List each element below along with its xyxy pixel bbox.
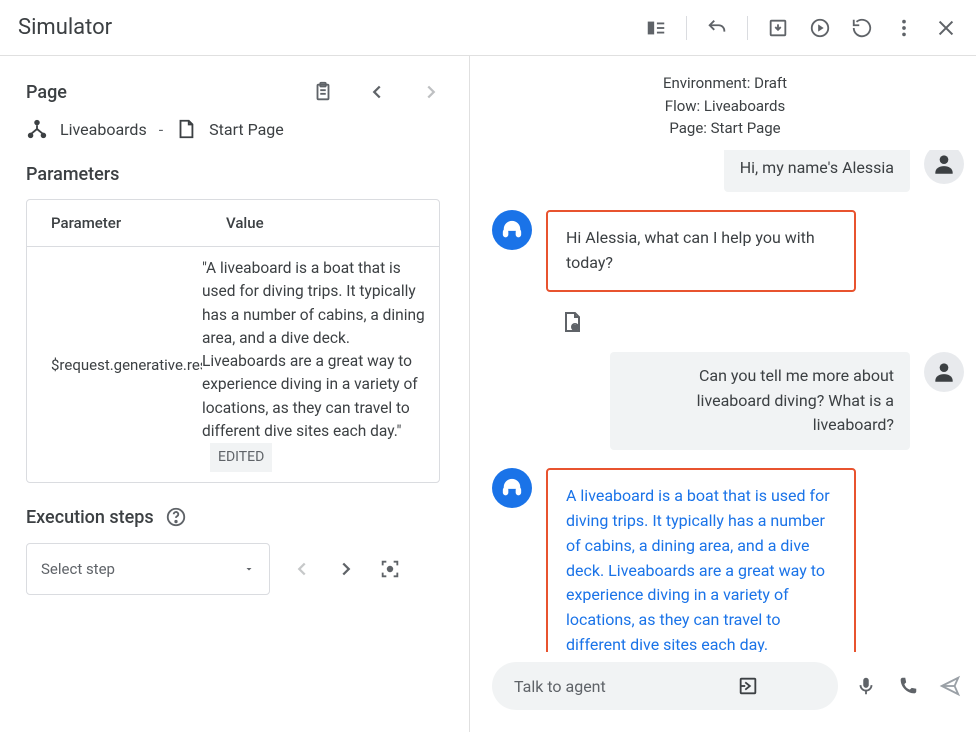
submit-inline-icon[interactable] bbox=[670, 674, 826, 698]
page-icon bbox=[175, 118, 197, 140]
agent-avatar-icon bbox=[492, 210, 532, 250]
play-icon[interactable] bbox=[808, 16, 832, 40]
user-message: Can you tell me more about liveaboard di… bbox=[610, 352, 910, 450]
select-placeholder: Select step bbox=[41, 560, 115, 578]
agent-avatar-icon bbox=[492, 468, 532, 508]
reset-icon[interactable] bbox=[850, 16, 874, 40]
parameters-label: Parameters bbox=[26, 164, 443, 185]
header-toolbar bbox=[644, 16, 958, 40]
user-message-row: Hi, my name's Alessia bbox=[492, 150, 964, 193]
chat-panel: Environment: Draft Flow: Liveaboards Pag… bbox=[470, 56, 976, 732]
edited-badge: EDITED bbox=[210, 443, 272, 472]
table-row[interactable]: $request.generative.res "A liveaboard is… bbox=[27, 247, 439, 482]
breadcrumb: Liveaboards - Start Page bbox=[26, 118, 443, 140]
page-section-label: Page bbox=[26, 82, 67, 103]
send-icon[interactable] bbox=[938, 674, 962, 698]
parameter-value: "A liveaboard is a boat that is used for… bbox=[202, 247, 439, 482]
user-avatar-icon bbox=[924, 352, 964, 392]
more-icon[interactable] bbox=[892, 16, 916, 40]
environment-info: Environment: Draft Flow: Liveaboards Pag… bbox=[492, 72, 976, 140]
prev-page-icon[interactable] bbox=[365, 80, 389, 104]
app-title: Simulator bbox=[18, 15, 112, 40]
left-panel: Page Liveaboards - Start bbox=[0, 56, 470, 732]
input-placeholder: Talk to agent bbox=[514, 677, 670, 696]
parameters-table: Parameter Value $request.generative.res … bbox=[26, 199, 440, 483]
agent-message: Hi Alessia, what can I help you with tod… bbox=[546, 210, 856, 292]
next-page-icon[interactable] bbox=[419, 80, 443, 104]
step-prev-icon[interactable] bbox=[290, 557, 314, 581]
user-message: Hi, my name's Alessia bbox=[724, 150, 910, 193]
divider bbox=[747, 16, 748, 40]
breadcrumb-separator: - bbox=[159, 120, 163, 139]
undo-icon[interactable] bbox=[705, 16, 729, 40]
execution-steps-label: Execution steps bbox=[26, 507, 154, 528]
agent-message-row: Hi Alessia, what can I help you with tod… bbox=[492, 210, 964, 292]
select-step-dropdown[interactable]: Select step bbox=[26, 543, 270, 595]
user-message-row: Can you tell me more about liveaboard di… bbox=[492, 352, 964, 450]
attachment-icon[interactable]: i bbox=[560, 310, 964, 334]
breadcrumb-flow[interactable]: Liveaboards bbox=[60, 120, 147, 139]
parameter-name: $request.generative.res bbox=[27, 247, 202, 482]
step-next-icon[interactable] bbox=[334, 557, 358, 581]
help-icon[interactable] bbox=[164, 505, 188, 529]
agent-message: A liveaboard is a boat that is used for … bbox=[546, 468, 856, 652]
divider bbox=[686, 16, 687, 40]
panel-toggle-icon[interactable] bbox=[644, 16, 668, 40]
talk-to-agent-input[interactable]: Talk to agent bbox=[492, 662, 838, 710]
mic-icon[interactable] bbox=[854, 674, 878, 698]
chevron-down-icon bbox=[243, 563, 255, 575]
agent-message-row: A liveaboard is a boat that is used for … bbox=[492, 468, 964, 652]
close-icon[interactable] bbox=[934, 16, 958, 40]
phone-icon[interactable] bbox=[896, 674, 920, 698]
breadcrumb-page[interactable]: Start Page bbox=[209, 120, 284, 139]
save-icon[interactable] bbox=[766, 16, 790, 40]
flow-icon bbox=[26, 118, 48, 140]
user-avatar-icon bbox=[924, 150, 964, 184]
column-header-parameter: Parameter bbox=[27, 200, 202, 246]
focus-icon[interactable] bbox=[378, 557, 402, 581]
column-header-value: Value bbox=[202, 200, 288, 246]
clipboard-icon[interactable] bbox=[311, 80, 335, 104]
